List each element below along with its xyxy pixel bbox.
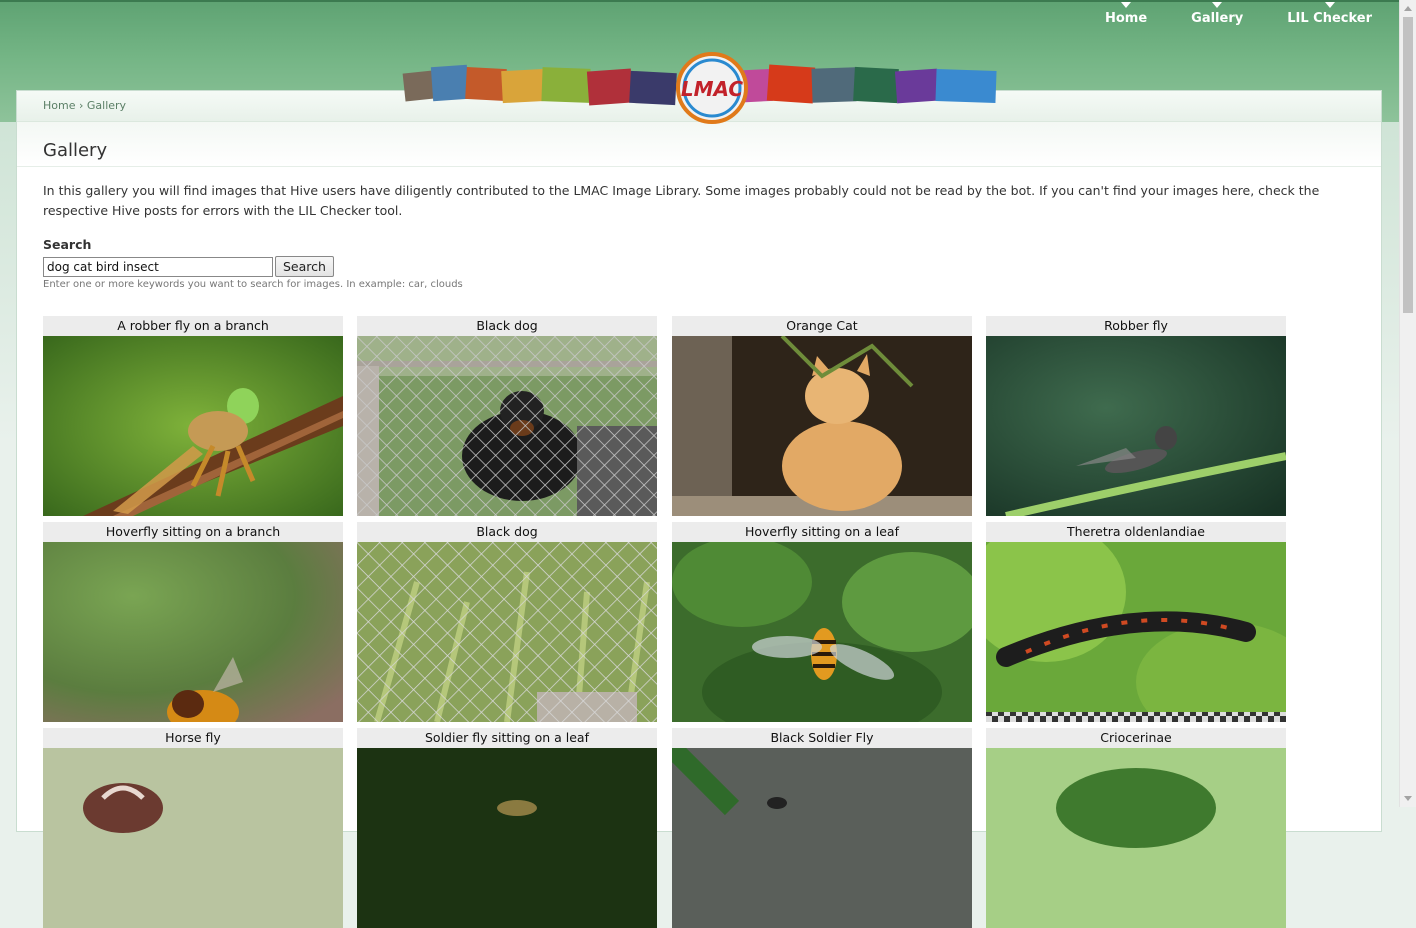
robber-fly-photo[interactable] (43, 336, 343, 516)
gallery-caption: Robber fly (986, 316, 1286, 336)
gallery-item[interactable]: Black dog (357, 522, 657, 722)
nav-home[interactable]: Home (1104, 2, 1148, 26)
nav-pointer-icon (1212, 2, 1223, 8)
gallery-item[interactable]: A robber fly on a branch (43, 316, 343, 516)
logo-text: LMAC (681, 77, 744, 101)
black-soldier-fly-photo[interactable] (672, 748, 972, 928)
breadcrumb-separator: › (78, 99, 84, 112)
gallery-item[interactable]: Robber fly (986, 316, 1286, 516)
search-button[interactable]: Search (275, 256, 334, 277)
orange-cat-photo[interactable] (672, 336, 972, 516)
gallery-item[interactable]: Criocerinae (986, 728, 1286, 928)
criocerinae-photo[interactable] (986, 748, 1286, 928)
theretra-caterpillar-photo[interactable] (986, 542, 1286, 722)
breadcrumb-gallery-link[interactable]: Gallery (87, 99, 126, 112)
scroll-down-icon[interactable] (1404, 796, 1412, 801)
gallery-caption: Theretra oldenlandiae (986, 522, 1286, 542)
gallery-item[interactable]: Theretra oldenlandiae (986, 522, 1286, 722)
hoverfly-leaf-photo[interactable] (672, 542, 972, 722)
gallery-caption: Hoverfly sitting on a branch (43, 522, 343, 542)
lmac-banner-logo: LMAC (402, 52, 997, 124)
gallery-caption: A robber fly on a branch (43, 316, 343, 336)
top-nav: Home Gallery LIL Checker (1061, 2, 1372, 26)
page-title: Gallery (17, 122, 1381, 167)
nav-lil-checker-label: LIL Checker (1287, 11, 1372, 26)
nav-gallery-label: Gallery (1191, 11, 1244, 26)
black-dog-2-photo[interactable] (357, 542, 657, 722)
search-input[interactable] (43, 257, 273, 277)
nav-pointer-icon (1121, 2, 1132, 8)
gallery-item[interactable]: Black dog (357, 316, 657, 516)
search-label: Search (43, 237, 92, 252)
hoverfly-branch-photo[interactable] (43, 542, 343, 722)
soldier-fly-photo[interactable] (357, 748, 657, 928)
gallery-caption: Orange Cat (672, 316, 972, 336)
content-card: Home › Gallery Gallery In this gallery y… (16, 90, 1382, 928)
gallery-caption: Black Soldier Fly (672, 728, 972, 748)
breadcrumb-home-link[interactable]: Home (43, 99, 75, 112)
intro-text: In this gallery you will find images tha… (43, 183, 1320, 218)
nav-home-label: Home (1104, 11, 1148, 26)
gallery-caption: Soldier fly sitting on a leaf (357, 728, 657, 748)
gallery-item[interactable]: Hoverfly sitting on a leaf (672, 522, 972, 722)
nav-lil-checker[interactable]: LIL Checker (1287, 2, 1372, 26)
gallery-caption: Horse fly (43, 728, 343, 748)
gallery-caption: Criocerinae (986, 728, 1286, 748)
gallery-item[interactable]: Horse fly (43, 728, 343, 928)
nav-gallery[interactable]: Gallery (1191, 2, 1244, 26)
black-dog-photo[interactable] (357, 336, 657, 516)
gallery-caption: Black dog (357, 522, 657, 542)
gallery-item[interactable]: Hoverfly sitting on a branch (43, 522, 343, 722)
horse-fly-photo[interactable] (43, 748, 343, 928)
search-hint: Enter one or more keywords you want to s… (43, 279, 463, 290)
gallery-item[interactable]: Soldier fly sitting on a leaf (357, 728, 657, 928)
gallery-item[interactable]: Orange Cat (672, 316, 972, 516)
gallery-caption: Hoverfly sitting on a leaf (672, 522, 972, 542)
gallery-item[interactable]: Black Soldier Fly (672, 728, 972, 928)
scroll-up-icon[interactable] (1404, 6, 1412, 11)
scrollbar-thumb[interactable] (1403, 17, 1413, 313)
page-scrollbar[interactable] (1399, 0, 1416, 807)
nav-pointer-icon (1324, 2, 1335, 8)
robber-fly-2-photo[interactable] (986, 336, 1286, 516)
gallery-caption: Black dog (357, 316, 657, 336)
